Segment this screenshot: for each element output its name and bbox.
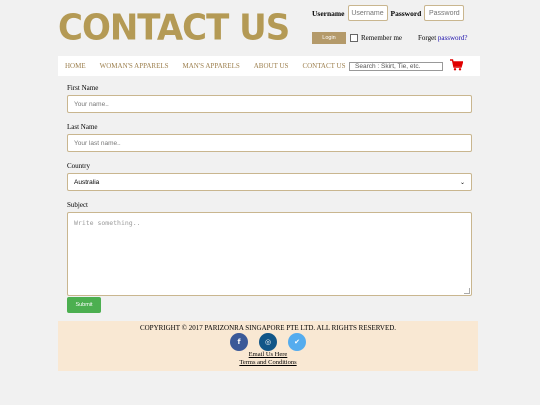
username-input[interactable] [347, 5, 388, 21]
country-label: Country [67, 162, 90, 170]
email-us-link[interactable]: Email Us Here [58, 351, 478, 358]
subject-label: Subject [67, 201, 88, 209]
forget-password: Forget password? [418, 34, 467, 42]
footer: COPYRIGHT © 2017 PARIZONRA SINGAPORE PTE… [58, 321, 478, 371]
last-name-field[interactable]: Your last name.. [67, 134, 472, 152]
first-name-field[interactable]: Your name.. [67, 95, 472, 113]
page-logo: CONTACT US [58, 7, 290, 49]
login-actions: Login Remember me Forget password? [312, 32, 467, 44]
chevron-down-icon: ⌄ [459, 179, 465, 186]
nav-item-contact-us[interactable]: CONTACT US [302, 62, 345, 70]
terms-link[interactable]: Terms and Conditions [58, 359, 478, 366]
contact-form: First Name Your name.. Last Name Your la… [67, 84, 472, 296]
password-input[interactable] [424, 5, 465, 21]
forget-password-link[interactable]: password? [438, 34, 468, 42]
last-name-label: Last Name [67, 123, 98, 131]
subject-placeholder: Write something.. [74, 219, 141, 227]
subject-textarea[interactable]: Write something.. [67, 212, 472, 296]
username-label: Username [312, 8, 345, 18]
nav-item-mans-apparels[interactable]: MAN'S APPARELS [183, 62, 240, 70]
copyright-text: COPYRIGHT © 2017 PARIZONRA SINGAPORE PTE… [139, 324, 397, 332]
social-links: f ◎ ✔ [230, 333, 317, 351]
country-value: Australia [74, 178, 100, 186]
forget-password-prefix: Forget [418, 34, 438, 42]
nav-item-home[interactable]: HOME [65, 62, 86, 70]
remember-me-label: Remember me [361, 34, 403, 42]
main-navigation: HOME WOMAN'S APPARELS MAN'S APPARELS ABO… [58, 56, 480, 76]
nav-item-about-us[interactable]: ABOUT US [254, 62, 289, 70]
facebook-icon[interactable]: f [230, 333, 248, 351]
first-name-label: First Name [67, 84, 99, 92]
instagram-icon[interactable]: ◎ [259, 333, 277, 351]
resize-handle-icon[interactable] [464, 288, 470, 294]
remember-me-checkbox[interactable] [350, 34, 358, 42]
submit-button[interactable]: Submit [67, 297, 101, 313]
password-label: Password [390, 8, 422, 18]
nav-item-womans-apparels[interactable]: WOMAN'S APPARELS [100, 62, 169, 70]
country-select[interactable]: Australia ⌄ [67, 173, 472, 191]
login-button[interactable]: Login [312, 32, 346, 44]
twitter-icon[interactable]: ✔ [288, 333, 306, 351]
login-credentials: Username Password [312, 3, 467, 23]
shopping-cart-icon[interactable] [450, 59, 463, 71]
search-input[interactable]: Search : Skirt, Tie, etc. [349, 62, 443, 71]
